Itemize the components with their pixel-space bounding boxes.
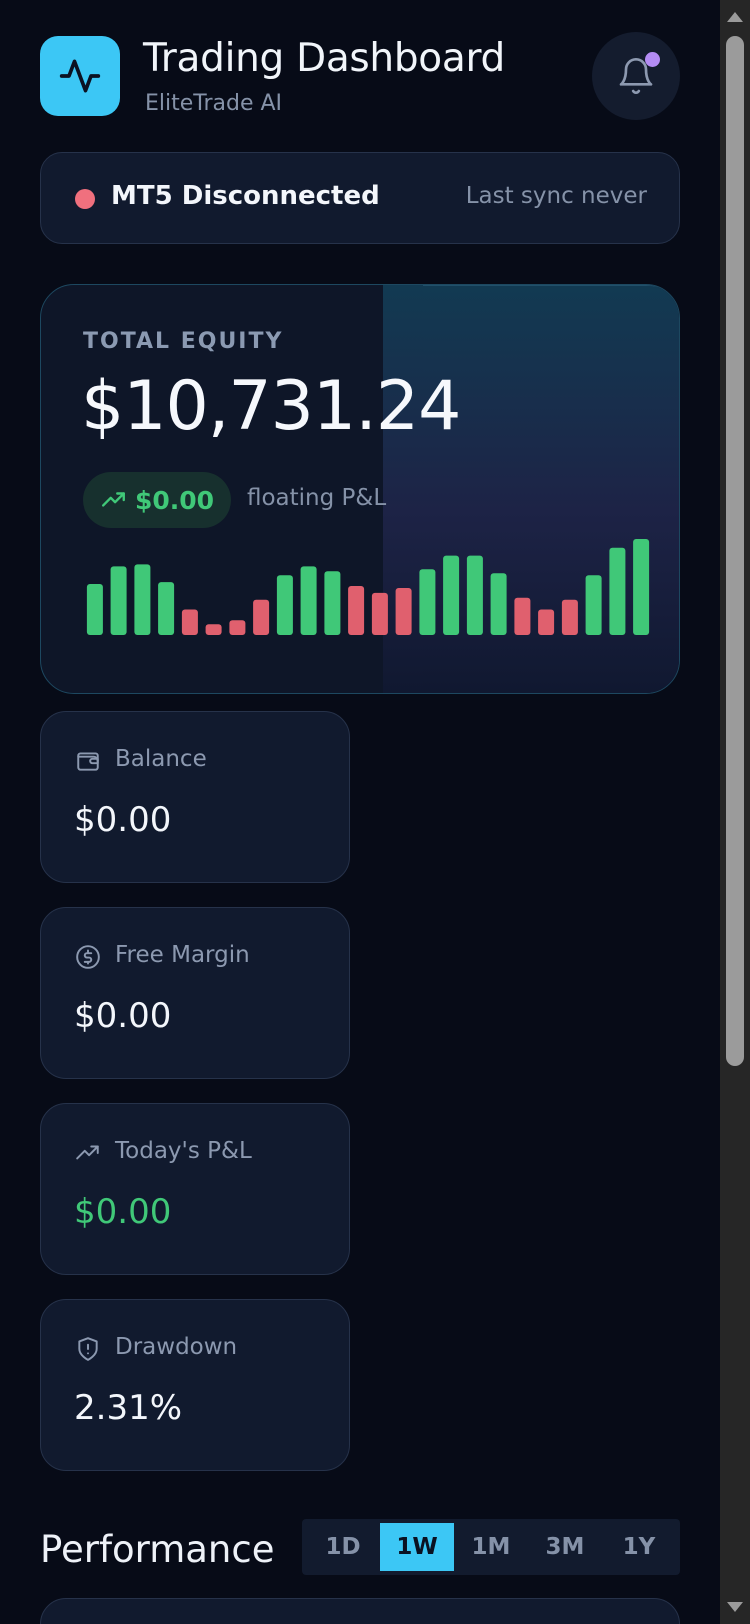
app-title: Trading Dashboard: [143, 36, 505, 81]
equity-bar: [205, 624, 222, 635]
equity-value: $10,731.24: [81, 367, 461, 446]
equity-bar: [229, 620, 246, 635]
equity-label: TOTAL EQUITY: [83, 329, 284, 354]
equity-bar: [276, 575, 293, 635]
equity-bar: [395, 588, 412, 635]
equity-bar: [253, 599, 270, 635]
connection-status: MT5 Disconnected Last sync never: [40, 152, 680, 244]
wallet-icon: [77, 752, 99, 771]
floating-pl-value: $0.00: [135, 485, 215, 515]
notifications-button[interactable]: [592, 32, 680, 120]
range-tab-3m[interactable]: 3M: [528, 1523, 602, 1571]
stat-value: 2.31%: [74, 1388, 183, 1428]
equity-bar: [538, 609, 555, 635]
todays-pl-card: Today's P&L $0.00: [40, 1103, 350, 1275]
equity-bar: [419, 569, 436, 635]
range-tab-1d[interactable]: 1D: [306, 1523, 380, 1571]
equity-bar: [371, 592, 388, 635]
stat-value: $0.00: [74, 800, 172, 840]
page: Trading Dashboard EliteTrade AI MT5 Disc…: [0, 0, 750, 1624]
equity-bar: [86, 584, 103, 635]
scrollbar-thumb[interactable]: [726, 36, 744, 1066]
equity-bar: [490, 573, 507, 635]
stat-label: Today's P&L: [115, 1138, 252, 1164]
equity-bar: [181, 609, 198, 635]
equity-bar: [561, 599, 578, 635]
equity-bar: [609, 547, 626, 635]
stat-value: $0.00: [74, 1192, 172, 1232]
equity-bar: [514, 597, 531, 635]
trend-up-icon: [76, 1145, 99, 1160]
notification-dot: [645, 52, 660, 67]
total-equity-card: TOTAL EQUITY $10,731.24 $0.00 floating P…: [40, 284, 680, 694]
app-logo: [40, 36, 120, 116]
equity-bar: [134, 564, 151, 635]
equity-bar: [466, 555, 483, 635]
last-sync-text: Last sync never: [465, 183, 647, 209]
equity-mini-chart: [86, 539, 650, 635]
status-indicator-dot: [75, 189, 95, 209]
range-tab-1y[interactable]: 1Y: [602, 1523, 676, 1571]
equity-bar: [300, 566, 317, 635]
range-tab-1w[interactable]: 1W: [380, 1523, 454, 1571]
stat-label: Free Margin: [115, 942, 250, 968]
equity-bar: [158, 582, 175, 635]
floating-pl-label: floating P&L: [247, 485, 387, 511]
balance-card: Balance $0.00: [40, 711, 350, 883]
status-text: MT5 Disconnected: [111, 181, 380, 211]
stat-label: Drawdown: [115, 1334, 238, 1360]
performance-chart-card: [40, 1598, 680, 1624]
stat-value: $0.00: [74, 996, 172, 1036]
equity-bar: [324, 571, 341, 635]
range-tab-1m[interactable]: 1M: [454, 1523, 528, 1571]
scroll-down-arrow-icon[interactable]: [727, 1602, 743, 1612]
vertical-scrollbar[interactable]: [720, 0, 750, 1624]
equity-bar: [443, 555, 460, 635]
drawdown-card: Drawdown 2.31%: [40, 1299, 350, 1471]
stat-label: Balance: [115, 746, 207, 772]
floating-pl-badge: $0.00: [83, 472, 231, 528]
activity-pulse-icon: [59, 59, 101, 93]
scroll-up-arrow-icon[interactable]: [727, 12, 743, 22]
shield-alert-icon: [78, 1337, 98, 1361]
range-selector: 1D 1W 1M 3M 1Y: [302, 1519, 680, 1575]
performance-title: Performance: [40, 1528, 275, 1571]
equity-bar: [585, 575, 602, 635]
trend-up-icon: [101, 492, 125, 507]
equity-bar: [633, 539, 650, 635]
equity-bar: [110, 566, 127, 635]
equity-bar: [348, 586, 365, 635]
dashboard-content: Trading Dashboard EliteTrade AI MT5 Disc…: [0, 0, 720, 1624]
app-subtitle: EliteTrade AI: [145, 91, 283, 116]
dollar-circle-icon: [76, 945, 100, 969]
free-margin-card: Free Margin $0.00: [40, 907, 350, 1079]
